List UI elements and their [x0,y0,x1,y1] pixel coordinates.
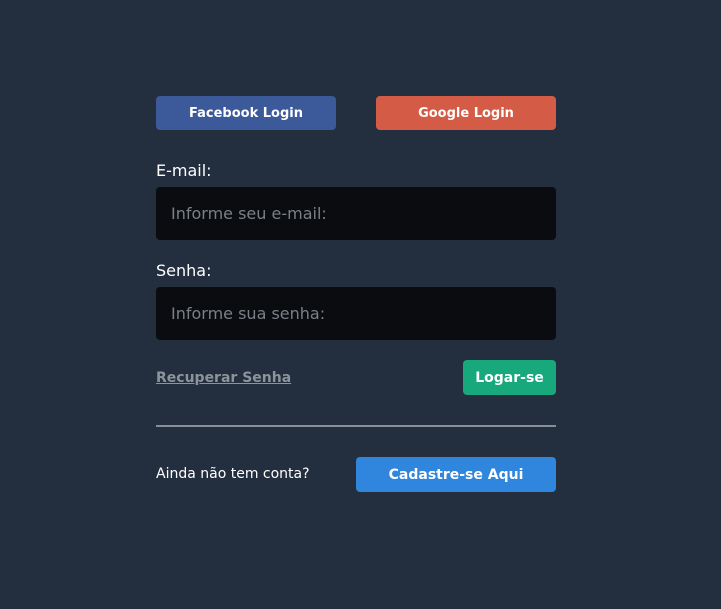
login-button[interactable]: Logar-se [463,360,556,395]
facebook-login-button[interactable]: Facebook Login [156,96,336,130]
no-account-text: Ainda não tem conta? [156,466,310,482]
password-label: Senha: [156,261,212,280]
password-field[interactable] [156,287,556,340]
social-login-row: Facebook Login Google Login [156,96,556,130]
signup-button[interactable]: Cadastre-se Aqui [356,457,556,492]
google-login-button[interactable]: Google Login [376,96,556,130]
email-field[interactable] [156,187,556,240]
divider [156,425,556,427]
email-label: E-mail: [156,161,212,180]
recover-password-link[interactable]: Recuperar Senha [156,370,291,386]
login-form: Facebook Login Google Login E-mail: Senh… [156,96,556,492]
